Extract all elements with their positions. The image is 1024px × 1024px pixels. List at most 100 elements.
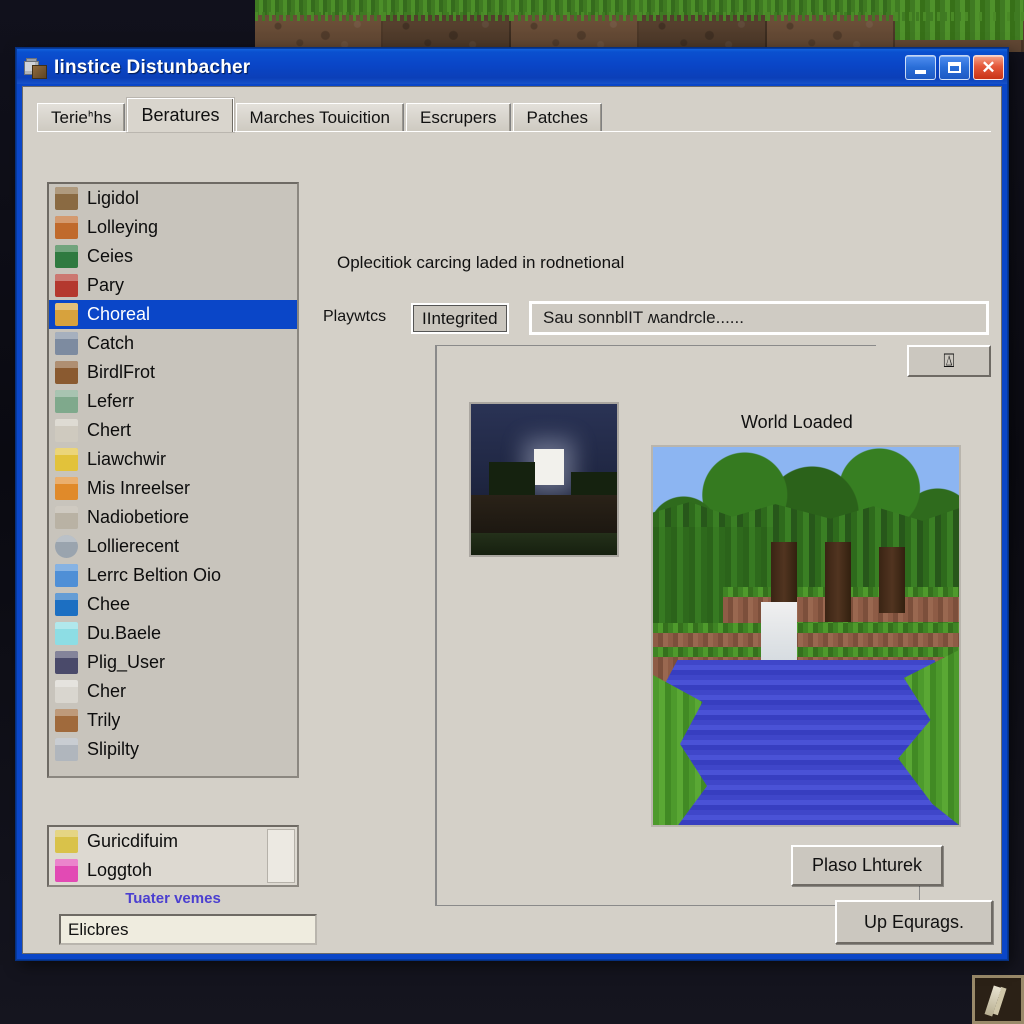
up-label: Up Equrags. <box>863 911 965 932</box>
list-item[interactable]: Lerrᴄ Beltion Oio <box>49 561 297 590</box>
list-item[interactable]: Leferr <box>49 387 297 416</box>
night-world-thumbnail[interactable] <box>469 402 619 557</box>
block-icon <box>55 216 78 239</box>
night-grass <box>471 533 617 555</box>
list-item[interactable]: Loggtoh <box>49 856 297 885</box>
elicbres-value: Elicbres <box>68 919 129 939</box>
block-icon <box>55 332 78 355</box>
maximize-button[interactable] <box>939 55 970 80</box>
block-icon <box>55 506 78 529</box>
list-item[interactable]: Lolleying <box>49 213 297 242</box>
tab-label: Escrupers <box>419 108 497 127</box>
block-icon <box>55 245 78 268</box>
list-item-label: BirdlFrot <box>87 362 156 382</box>
elicbres-field[interactable]: Elicbres <box>59 914 317 945</box>
list-item-label: Chee <box>87 594 131 614</box>
description-text: Oplecitiok carcing laded in rodnetional <box>337 253 625 272</box>
tab-patches[interactable]: Patches <box>512 103 602 132</box>
grass-top-block <box>895 0 1023 52</box>
list-item[interactable]: Chee <box>49 590 297 619</box>
magenta-icon <box>55 859 78 882</box>
block-icon <box>55 709 78 732</box>
window-controls: ✕ <box>905 55 1004 80</box>
plaso-lhturek-button[interactable]: Plaso Lhturek <box>791 845 943 886</box>
grass-block <box>767 0 895 52</box>
dirt-block <box>639 0 767 52</box>
list-item[interactable]: Guricdifuim <box>49 827 297 856</box>
world-loaded-label: World Loaded <box>741 412 853 432</box>
tab-terie[interactable]: Terieᑋhs <box>37 103 126 132</box>
list-item-selected[interactable]: Choreal <box>49 300 297 329</box>
list-item[interactable]: Lollierecent <box>49 532 297 561</box>
list-item[interactable]: Catch <box>49 329 297 358</box>
list-item[interactable]: Chert <box>49 416 297 445</box>
list-item-label: Lollierecent <box>87 536 180 556</box>
block-icon <box>55 274 78 297</box>
moon-icon <box>534 449 564 485</box>
list-item-label: Liawchwir <box>87 449 167 469</box>
list-item-label: Guricdifuim <box>87 831 179 851</box>
minecraft-block-row <box>255 0 1024 52</box>
shape-icon-button[interactable]: ⍍ <box>907 345 991 377</box>
tab-beratures[interactable]: Beratures <box>127 98 234 132</box>
list-item[interactable]: Cher <box>49 677 297 706</box>
installer-box-icon <box>24 57 47 79</box>
playwtcs-label: Playwtcs <box>323 308 387 325</box>
grass-block <box>511 0 639 52</box>
list-item[interactable]: Du.Baele <box>49 619 297 648</box>
list-item[interactable]: Liawchwir <box>49 445 297 474</box>
list-item-label: Du.Baele <box>87 623 162 643</box>
list-item[interactable]: BirdlFrot <box>49 358 297 387</box>
tree-trunk <box>879 547 905 613</box>
block-icon <box>55 680 78 703</box>
list-item-label: Loggtoh <box>87 860 153 880</box>
list-item[interactable]: Trily <box>49 706 297 735</box>
list-item-label: Lerrᴄ Beltion Oio <box>87 565 222 585</box>
title-bar[interactable]: Iinstice Distunbacher ✕ <box>17 49 1007 86</box>
block-icon <box>55 448 78 471</box>
tab-label: Patches <box>526 108 588 127</box>
block-icon <box>55 477 78 500</box>
hotbar-slot[interactable] <box>972 975 1024 1024</box>
dirt-block <box>383 0 511 52</box>
list-item-label: Mis Inreelser <box>87 478 191 498</box>
list-item[interactable]: Plig_User <box>49 648 297 677</box>
plaso-label: Plaso Lhturek <box>811 855 923 875</box>
block-icon <box>55 738 78 761</box>
feature-list[interactable]: Ligidol Lolleying Ceies Pary Choreal Cat… <box>47 182 299 778</box>
window-client-area: Terieᑋhs Beratures Marches Touicition Es… <box>22 86 1002 954</box>
list-item[interactable]: Pary <box>49 271 297 300</box>
list-item[interactable]: Ligidol <box>49 184 297 213</box>
list-item-label: Leferr <box>87 391 135 411</box>
list-item-label: Choreal <box>87 304 151 324</box>
tab-label: Marches Touicition <box>249 108 390 127</box>
block-icon <box>55 187 78 210</box>
block-icon <box>55 651 78 674</box>
block-icon <box>55 361 78 384</box>
shape-icon: ⍍ <box>943 350 955 372</box>
list-scrollbar[interactable] <box>267 829 295 883</box>
seed-input[interactable]: Sau sonnblIT ʍandrcle...... <box>529 301 989 335</box>
tab-escrupers[interactable]: Escrupers <box>405 103 511 132</box>
tab-marches-touicition[interactable]: Marches Touicition <box>235 103 404 132</box>
seed-value: Sau sonnblIT ʍandrcle...... <box>543 308 744 327</box>
application-window: Iinstice Distunbacher ✕ Terieᑋhs Beratur… <box>16 48 1008 960</box>
minimize-button[interactable] <box>905 55 936 80</box>
world-preview-waterfall[interactable] <box>651 445 961 827</box>
list-item[interactable]: Ceies <box>49 242 297 271</box>
integrited-button[interactable]: IIntegrited <box>411 303 509 334</box>
tuater-vemes-link[interactable]: Tuater vemes <box>47 890 299 907</box>
tree-trunk <box>825 542 851 622</box>
block-icon <box>55 535 78 558</box>
list-item-label: Nadiobetiore <box>87 507 190 527</box>
list-item-label: Cher <box>87 681 127 701</box>
block-icon <box>55 419 78 442</box>
close-button[interactable]: ✕ <box>973 55 1004 80</box>
list-item[interactable]: Slipilty <box>49 735 297 764</box>
block-icon <box>55 390 78 413</box>
up-equrags-button[interactable]: Up Equrags. <box>835 900 993 944</box>
block-icon <box>55 622 78 645</box>
list-item[interactable]: Nadiobetiore <box>49 503 297 532</box>
list-item[interactable]: Mis Inreelser <box>49 474 297 503</box>
feature-list-secondary[interactable]: Guricdifuim Loggtoh <box>47 825 299 887</box>
